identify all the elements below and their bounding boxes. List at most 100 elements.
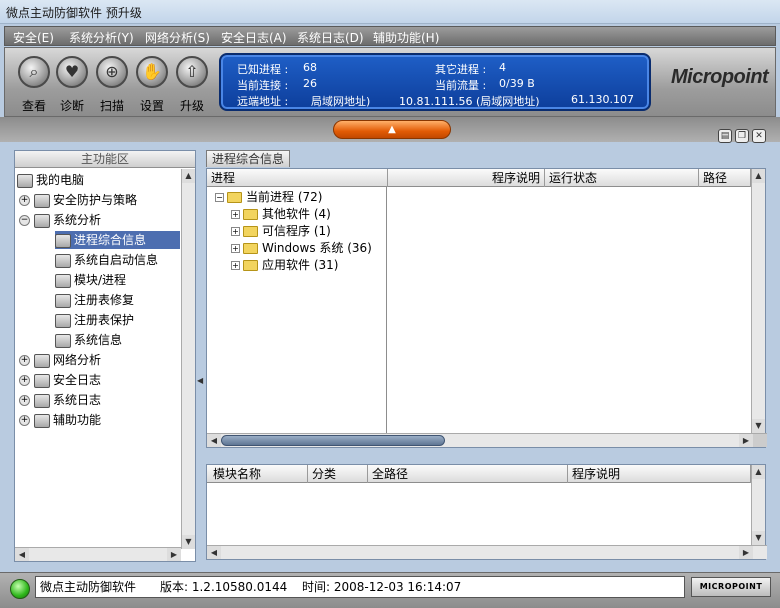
main-function-header: 主功能区 [15, 151, 195, 168]
left-horizontal-scrollbar[interactable]: ◀ ▶ [15, 547, 181, 561]
scroll-left-icon[interactable]: ◀ [207, 546, 221, 559]
col-path[interactable]: 路径 [699, 169, 751, 187]
collapse-icon[interactable]: − [215, 193, 224, 202]
tree-registry-repair[interactable]: 注册表修复 [55, 291, 134, 309]
col-full-path[interactable]: 全路径 [368, 465, 568, 483]
scroll-left-icon[interactable]: ◀ [207, 434, 221, 447]
tree-group-trusted[interactable]: + 可信程序 (1) [231, 223, 331, 240]
scroll-up-icon[interactable]: ▲ [752, 465, 765, 479]
tree-network-analysis[interactable]: + 网络分析 [19, 351, 101, 369]
expand-icon[interactable]: + [19, 415, 30, 426]
startup-icon [55, 253, 71, 268]
folder-open-icon [227, 192, 242, 203]
left-vertical-scrollbar[interactable]: ▲ ▼ [181, 169, 195, 549]
tree-registry-protect[interactable]: 注册表保护 [55, 311, 134, 329]
tree-group-apps-label: 应用软件 (31) [262, 258, 339, 272]
menu-security-log[interactable]: 安全日志(A) [221, 29, 287, 46]
col-module-name[interactable]: 模块名称 [207, 465, 308, 483]
expand-icon[interactable]: + [231, 244, 240, 253]
tree-module-process[interactable]: 模块/进程 [55, 271, 126, 289]
collapse-icon[interactable]: − [19, 215, 30, 226]
expand-icon[interactable]: + [19, 375, 30, 386]
tree-security-policy-label: 安全防护与策略 [53, 193, 138, 207]
scroll-right-icon[interactable]: ▶ [739, 434, 753, 447]
expand-icon[interactable]: + [19, 195, 30, 206]
scroll-up-icon[interactable]: ▲ [752, 169, 765, 183]
tree-group-windows[interactable]: + Windows 系统 (36) [231, 240, 372, 257]
settings-button[interactable]: ✋ 设置 [133, 52, 171, 114]
close-icon[interactable]: ✕ [752, 129, 766, 143]
menu-system-analysis[interactable]: 系统分析(Y) [69, 29, 134, 46]
tree-group-other[interactable]: + 其他软件 (4) [231, 206, 331, 223]
tab-process-info[interactable]: 进程综合信息 [206, 150, 290, 167]
ip-address-1: 10.81.111.56 (局域网地址) [399, 95, 540, 108]
tree-security-log[interactable]: + 安全日志 [19, 371, 101, 389]
network-icon [34, 353, 50, 368]
tree-process-info[interactable]: 进程综合信息 [55, 231, 180, 249]
menu-security[interactable]: 安全(E) [13, 29, 54, 46]
tree-group-apps[interactable]: + 应用软件 (31) [231, 257, 338, 274]
upgrade-button[interactable]: ⇧ 升级 [173, 52, 211, 114]
pane-splitter-arrow[interactable]: ◀ [197, 376, 203, 390]
process-table: 进程 程序说明 运行状态 路径 − 当前进程 (72) + 其他软件 (4) + 可信… [206, 168, 767, 448]
collapse-toggle-button[interactable]: ▲ [333, 120, 451, 139]
tree-security-policy[interactable]: + 安全防护与策略 [19, 191, 137, 209]
folder-icon [243, 209, 258, 220]
scroll-left-icon[interactable]: ◀ [15, 548, 29, 561]
diagnose-button[interactable]: ♥ 诊断 [53, 52, 91, 114]
horizontal-scroll-thumb[interactable] [221, 435, 445, 446]
tree-current-processes-label: 当前进程 (72) [246, 190, 323, 204]
expand-icon[interactable]: + [231, 227, 240, 236]
micropoint-badge[interactable]: MICROPOINT [691, 577, 771, 597]
tree-module-process-label: 模块/进程 [74, 273, 127, 287]
col-description[interactable]: 程序说明 [388, 169, 545, 187]
module-horizontal-scrollbar[interactable]: ◀ ▶ [207, 545, 767, 559]
tree-system-log[interactable]: + 系统日志 [19, 391, 101, 409]
registry-protect-icon [55, 313, 71, 328]
col-run-status[interactable]: 运行状态 [545, 169, 699, 187]
module-vertical-scrollbar[interactable]: ▲ ▼ [751, 465, 765, 545]
column-divider [386, 187, 387, 441]
scan-button[interactable]: ⊕ 扫描 [93, 52, 131, 114]
col-process[interactable]: 进程 [207, 169, 388, 187]
connection-label: 当前连接 : [237, 79, 289, 92]
scroll-down-icon[interactable]: ▼ [752, 419, 765, 433]
tree-aux-functions[interactable]: + 辅助功能 [19, 411, 101, 429]
expand-icon[interactable]: + [231, 261, 240, 270]
tree-current-processes[interactable]: − 当前进程 (72) [215, 189, 322, 206]
expand-icon[interactable]: + [231, 210, 240, 219]
view-button[interactable]: ⌕ 查看 [15, 52, 53, 114]
micropoint-logo: Micropoint [671, 66, 769, 88]
expand-icon[interactable]: + [19, 395, 30, 406]
menu-aux-functions[interactable]: 辅助功能(H) [373, 29, 439, 46]
restore-icon[interactable]: ▤ [718, 129, 732, 143]
scroll-down-icon[interactable]: ▼ [752, 531, 765, 545]
scroll-up-icon[interactable]: ▲ [182, 169, 195, 183]
tree-my-computer-label: 我的电脑 [36, 173, 85, 187]
registry-repair-icon [55, 293, 71, 308]
folder-icon [243, 260, 258, 271]
process-horizontal-scrollbar[interactable]: ◀ ▶ [207, 433, 767, 447]
menu-bar: 安全(E) 系统分析(Y) 网络分析(S) 安全日志(A) 系统日志(D) 辅助… [4, 26, 776, 46]
col-category[interactable]: 分类 [308, 465, 368, 483]
tree-system-info[interactable]: 系统信息 [55, 331, 122, 349]
tree-my-computer[interactable]: 我的电脑 [17, 171, 84, 189]
tree-security-log-label: 安全日志 [53, 373, 102, 387]
col-module-description[interactable]: 程序说明 [568, 465, 751, 483]
process-vertical-scrollbar[interactable]: ▲ ▼ [751, 169, 765, 433]
scroll-right-icon[interactable]: ▶ [167, 548, 181, 561]
scroll-right-icon[interactable]: ▶ [739, 546, 753, 559]
hand-icon: ✋ [136, 56, 168, 88]
menu-system-log[interactable]: 系统日志(D) [297, 29, 364, 46]
expand-icon[interactable]: + [19, 355, 30, 366]
tile-icon[interactable]: ❐ [735, 129, 749, 143]
tree-startup-info[interactable]: 系统自启动信息 [55, 251, 158, 269]
tree-registry-repair-label: 注册表修复 [74, 293, 135, 307]
tree-system-analysis[interactable]: − 系统分析 [19, 211, 101, 229]
tree-system-info-label: 系统信息 [74, 333, 123, 347]
scroll-down-icon[interactable]: ▼ [182, 535, 195, 549]
module-table: 模块名称 分类 全路径 程序说明 ▲ ▼ ◀ ▶ [206, 464, 767, 560]
upgrade-icon: ⇧ [176, 56, 208, 88]
tree-startup-info-label: 系统自启动信息 [74, 253, 159, 267]
menu-network-analysis[interactable]: 网络分析(S) [145, 29, 210, 46]
